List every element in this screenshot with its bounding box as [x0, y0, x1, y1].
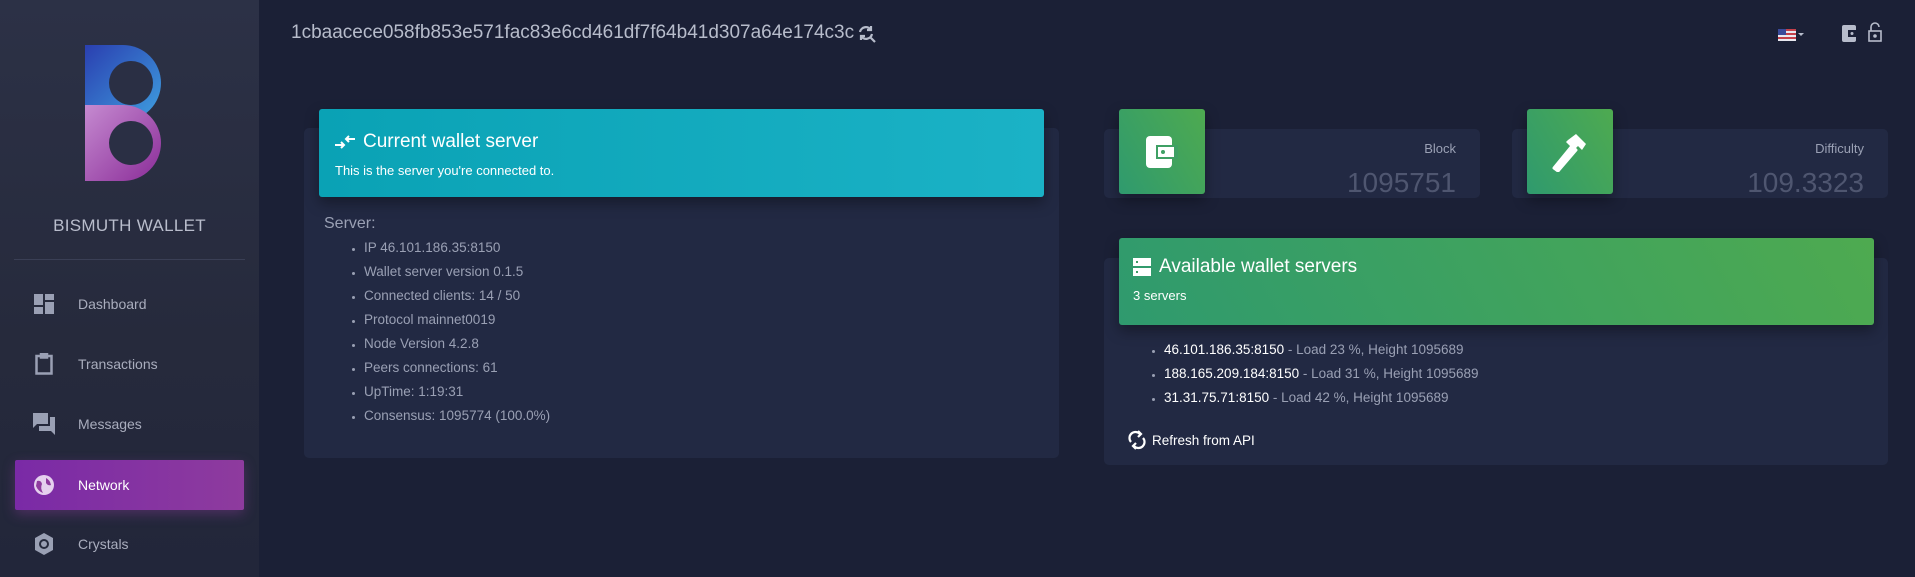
server-host: 46.101.186.35:8150	[1164, 342, 1285, 357]
server-info: - Load 42 %, Height 1095689	[1269, 390, 1449, 405]
server-info: - Load 31 %, Height 1095689	[1299, 366, 1479, 381]
forum-icon	[33, 413, 55, 435]
server-info: - Load 23 %, Height 1095689	[1284, 342, 1464, 357]
server-list: 46.101.186.35:8150 - Load 23 %, Height 1…	[1124, 338, 1479, 410]
globe-icon	[33, 474, 55, 496]
server-host: 188.165.209.184:8150	[1164, 366, 1300, 381]
wallet-address: 1cbaacece058fb853e571fac83e6cd461df7f64b…	[291, 22, 855, 43]
wallet-icon	[1146, 135, 1178, 168]
bismuth-logo	[85, 45, 161, 181]
divider	[14, 259, 245, 260]
brand-title: BISMUTH WALLET	[53, 216, 206, 235]
sidebar-item-label: Dashboard	[78, 296, 147, 312]
wallet-icon	[1842, 25, 1858, 42]
search-refresh-button[interactable]	[857, 24, 877, 49]
sidebar-item-messages[interactable]: Messages	[15, 399, 244, 449]
server-list-item: 46.101.186.35:8150 - Load 23 %, Height 1…	[1164, 338, 1479, 362]
server-info-list: IP 46.101.186.35:8150 Wallet server vers…	[324, 236, 550, 428]
sidebar-item-label: Transactions	[78, 356, 158, 372]
server-list-item: 188.165.209.184:8150 - Load 31 %, Height…	[1164, 362, 1479, 386]
gear-icon	[33, 533, 55, 555]
block-value: 1095751	[1346, 167, 1456, 198]
us-flag-icon	[1778, 29, 1804, 41]
list-item: IP 46.101.186.35:8150	[364, 236, 550, 260]
sidebar-item-transactions[interactable]: Transactions	[15, 339, 244, 389]
sidebar-item-label: Crystals	[78, 536, 129, 552]
search-refresh-icon	[858, 26, 876, 43]
dashboard-icon	[33, 293, 55, 315]
list-item: Node Version 4.2.8	[364, 332, 550, 356]
refresh-from-api-button[interactable]: Refresh from API	[1128, 430, 1255, 450]
server-host: 31.31.75.71:8150	[1164, 390, 1270, 405]
sidebar-item-label: Messages	[78, 416, 142, 432]
list-item: Protocol mainnet0019	[364, 308, 550, 332]
sidebar-item-label: Network	[78, 477, 130, 493]
list-item: Consensus: 1095774 (100.0%)	[364, 404, 550, 428]
block-icon-box	[1119, 109, 1205, 194]
available-servers-header: Available wallet servers 3 servers	[1119, 238, 1874, 325]
lock-open-icon	[1868, 22, 1882, 42]
list-item: Peers connections: 61	[364, 356, 550, 380]
difficulty-label: Difficulty	[1815, 141, 1864, 156]
list-item: Wallet server version 0.1.5	[364, 260, 550, 284]
difficulty-icon-box	[1527, 109, 1613, 194]
current-server-header: Current wallet server This is the server…	[319, 109, 1044, 197]
refresh-label: Refresh from API	[1152, 432, 1255, 448]
card-subtitle: 3 servers	[1133, 288, 1187, 303]
card-title: Current wallet server	[363, 131, 539, 152]
language-selector[interactable]	[1778, 28, 1804, 46]
sidebar: BISMUTH WALLET Dashboard Transactions Me…	[0, 0, 259, 577]
server-list-item: 31.31.75.71:8150 - Load 42 %, Height 109…	[1164, 386, 1479, 410]
wallet-button[interactable]	[1842, 25, 1858, 47]
list-item: UpTime: 1:19:31	[364, 380, 550, 404]
card-title: Available wallet servers	[1159, 256, 1358, 277]
compare-arrows-icon	[335, 135, 355, 149]
server-icon	[1133, 258, 1151, 276]
difficulty-value: 109.3323	[1747, 167, 1864, 198]
clipboard-icon	[33, 353, 55, 375]
hammer-icon	[1552, 133, 1586, 172]
server-label: Server:	[324, 215, 376, 232]
block-label: Block	[1424, 141, 1456, 156]
refresh-icon	[1128, 430, 1146, 450]
sidebar-item-dashboard[interactable]: Dashboard	[15, 279, 244, 329]
card-subtitle: This is the server you're connected to.	[335, 163, 555, 178]
sidebar-item-network[interactable]: Network	[15, 460, 244, 510]
list-item: Connected clients: 14 / 50	[364, 284, 550, 308]
sidebar-item-crystals[interactable]: Crystals	[15, 519, 244, 569]
lock-button[interactable]	[1868, 22, 1882, 47]
